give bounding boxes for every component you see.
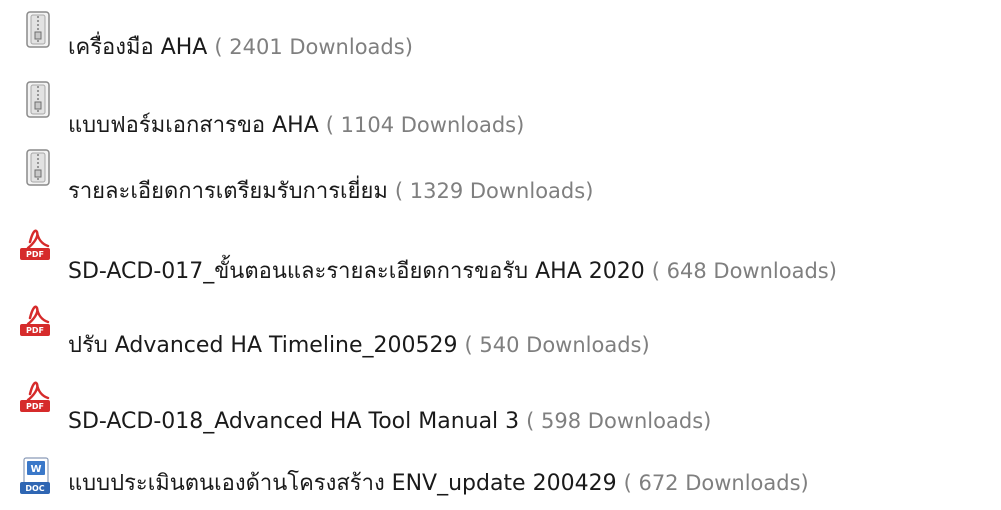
pdf-file-icon[interactable]: PDF [18, 374, 58, 414]
download-count: ( 672 Downloads) [623, 471, 809, 495]
svg-text:PDF: PDF [26, 402, 44, 411]
download-count: ( 648 Downloads) [651, 259, 837, 283]
download-item: W DOC แบบประเมินตนเองด้านโครงสร้าง ENV_u… [18, 454, 988, 504]
doc-file-icon[interactable]: W DOC [18, 456, 58, 496]
download-link[interactable]: แบบประเมินตนเองด้านโครงสร้าง ENV_update … [68, 471, 617, 496]
download-link[interactable]: SD-ACD-017_ขั้นตอนและรายละเอียดการขอรับ … [68, 259, 645, 284]
download-count: ( 1329 Downloads) [394, 179, 594, 203]
download-list: เครื่องมือ AHA ( 2401 Downloads) แบบฟอร์… [18, 0, 988, 454]
download-link[interactable]: รายละเอียดการเตรียมรับการเยี่ยม [68, 179, 388, 204]
pdf-file-icon[interactable]: PDF [18, 222, 58, 262]
download-link[interactable]: SD-ACD-018_Advanced HA Tool Manual 3 [68, 409, 519, 434]
svg-text:PDF: PDF [26, 326, 44, 335]
download-item: PDF SD-ACD-018_Advanced HA Tool Manual 3… [18, 0, 988, 434]
svg-text:W: W [30, 464, 41, 475]
pdf-file-icon[interactable]: PDF [18, 298, 58, 338]
svg-text:DOC: DOC [25, 484, 44, 493]
svg-text:PDF: PDF [26, 250, 44, 259]
download-link[interactable]: แบบฟอร์มเอกสารขอ AHA [68, 113, 319, 138]
download-count: ( 1104 Downloads) [325, 113, 525, 137]
zip-archive-icon[interactable] [18, 148, 58, 188]
zip-archive-icon[interactable] [18, 80, 58, 120]
download-link[interactable]: ปรับ Advanced HA Timeline_200529 [68, 333, 458, 358]
download-count: ( 598 Downloads) [526, 409, 712, 433]
download-count: ( 540 Downloads) [464, 333, 650, 357]
